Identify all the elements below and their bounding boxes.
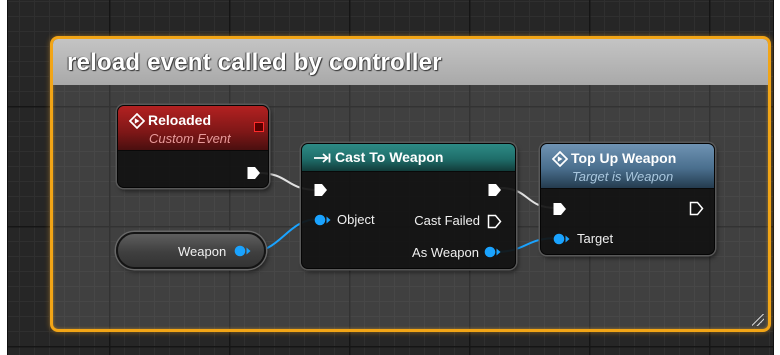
topup-node-header[interactable]: Top Up Weapon Target is Weapon <box>541 144 714 189</box>
reloaded-node-header[interactable]: Reloaded Custom Event <box>118 106 268 151</box>
exec-output-pin-icon[interactable] <box>487 183 502 197</box>
cast-failed-exec-pin-icon[interactable] <box>487 214 502 229</box>
cast-title: Cast To Weapon <box>335 149 444 165</box>
cast-arrow-icon <box>314 153 331 163</box>
reloaded-event-node[interactable]: Reloaded Custom Event <box>117 105 269 188</box>
exec-output-pin-icon[interactable] <box>689 201 704 216</box>
delegate-pin-icon[interactable] <box>254 122 264 132</box>
cast-node-header[interactable]: Cast To Weapon <box>302 144 515 172</box>
cast-failed-pin-label: Cast Failed <box>414 213 480 228</box>
weapon-variable-node[interactable]: Weapon <box>116 232 266 269</box>
exec-input-pin-icon[interactable] <box>313 183 328 197</box>
event-diamond-icon <box>129 113 145 129</box>
target-pin-label: Target <box>577 231 614 246</box>
object-input-pin-icon[interactable] <box>314 214 332 226</box>
target-input-pin-icon[interactable] <box>553 233 571 245</box>
object-pin-label: Object <box>337 212 375 227</box>
function-diamond-icon <box>552 151 568 167</box>
cast-to-weapon-node[interactable]: Cast To Weapon Object Cast Failed As Wea… <box>301 143 516 269</box>
weapon-variable-label: Weapon <box>178 244 227 259</box>
reloaded-subtitle: Custom Event <box>149 131 231 146</box>
topup-title: Top Up Weapon <box>571 150 677 166</box>
as-weapon-output-pin-icon[interactable] <box>484 246 502 258</box>
topup-subtitle: Target is Weapon <box>572 169 674 184</box>
reloaded-title: Reloaded <box>148 112 212 128</box>
as-weapon-pin-label: As Weapon <box>412 245 479 260</box>
weapon-output-pin-icon[interactable] <box>234 245 252 257</box>
exec-output-pin-icon[interactable] <box>246 166 261 180</box>
exec-input-pin-icon[interactable] <box>552 202 567 216</box>
top-up-weapon-node[interactable]: Top Up Weapon Target is Weapon Target <box>540 143 715 255</box>
